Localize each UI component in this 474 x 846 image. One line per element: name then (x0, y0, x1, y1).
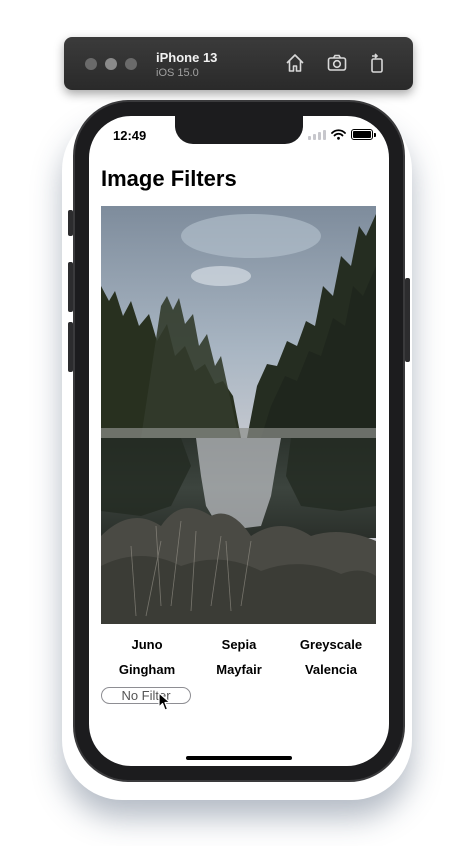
close-window-button[interactable] (85, 58, 97, 70)
rotate-icon[interactable] (366, 52, 388, 74)
page-title: Image Filters (101, 166, 237, 191)
notch (175, 116, 303, 144)
home-icon[interactable] (284, 52, 306, 74)
cellular-signal-icon (308, 129, 326, 140)
status-icons (308, 129, 376, 140)
screenshot-icon[interactable] (326, 52, 348, 74)
filter-greyscale-button[interactable]: Greyscale (285, 637, 377, 652)
home-indicator (186, 756, 292, 760)
filter-juno-button[interactable]: Juno (101, 637, 193, 652)
filter-mayfair-button[interactable]: Mayfair (193, 662, 285, 677)
simulator-toolbar: iPhone 13 iOS 15.0 (64, 37, 413, 90)
filter-valencia-button[interactable]: Valencia (285, 662, 377, 677)
wifi-icon (331, 129, 346, 140)
status-time: 12:49 (113, 128, 147, 143)
device-name: iPhone 13 (156, 50, 218, 65)
battery-icon (351, 129, 376, 140)
simulator-stage: iPhone 13 iOS 15.0 12:49 Image Filters J… (0, 0, 474, 846)
os-version: iOS 15.0 (156, 67, 199, 79)
filtered-image (101, 206, 376, 624)
no-filter-button[interactable]: No Filter (101, 687, 191, 704)
filter-sepia-button[interactable]: Sepia (193, 637, 285, 652)
minimize-window-button[interactable] (105, 58, 117, 70)
power-button (405, 278, 410, 362)
zoom-window-button[interactable] (125, 58, 137, 70)
mouse-cursor-icon (158, 692, 171, 711)
filter-gingham-button[interactable]: Gingham (101, 662, 193, 677)
phone-screen: 12:49 Image Filters Juno Sepia Greyscale… (89, 116, 389, 766)
